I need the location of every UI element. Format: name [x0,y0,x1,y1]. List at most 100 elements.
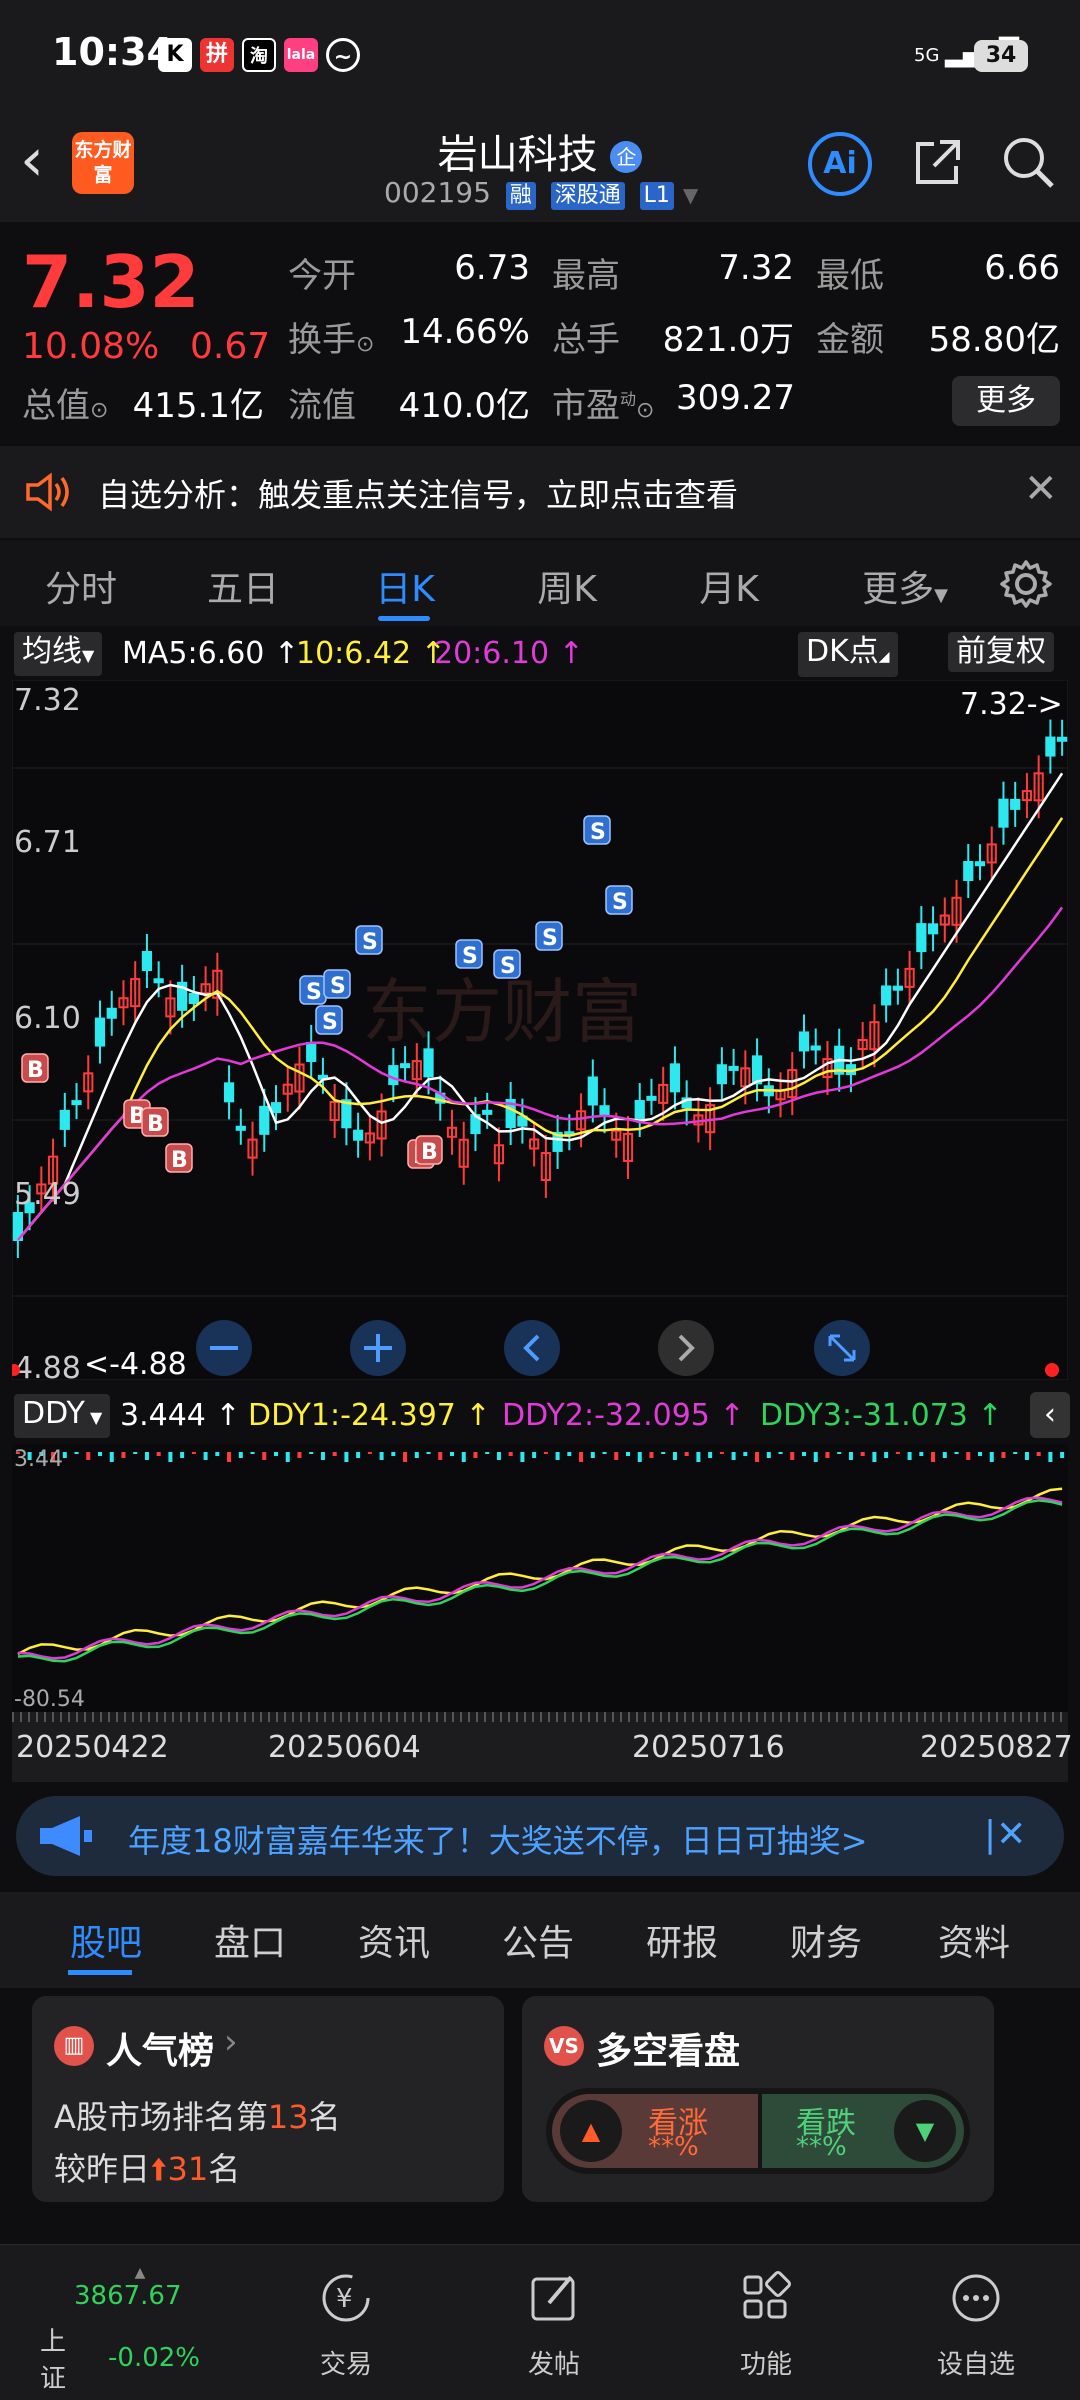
tab-monthly-k[interactable]: 月K [664,560,794,612]
tab-more[interactable]: 更多▼ [840,560,970,612]
tab-profile[interactable]: 资料 [914,1914,1034,1966]
tab-weekly-k[interactable]: 周K [502,560,632,612]
tab-daily-k[interactable]: 日K [340,560,470,612]
y-label-max: 7.32 [14,683,81,718]
date-label: 20250827 [920,1730,1073,1765]
candle [235,1125,246,1131]
index-ticker[interactable]: ▲ 3867.67 上证 -0.02% [40,2265,200,2395]
low-price-marker: <-4.88 [84,1347,187,1380]
sell-signal: S [583,815,611,845]
candle [423,1048,434,1078]
y-label-2: 6.71 [14,825,81,860]
tab-news[interactable]: 资讯 [334,1914,454,1966]
popularity-title: 人气榜 [106,2031,215,2072]
candle [223,1082,235,1103]
candlestick-chart[interactable]: 东方财富 SSSSSSSSSBBBBBB 7.32 6.71 6.10 5.49… [12,680,1068,1380]
down-triangle-icon: ▼ [894,2100,956,2162]
candle [106,1007,117,1019]
vote-down-value: **% [796,2132,847,2162]
nav-trade[interactable]: ¥ 交易 [276,2271,416,2381]
low-label: 最低 [816,256,884,296]
rank-number: 13 [267,2098,309,2136]
tab-intraday[interactable]: 分时 [16,560,146,612]
ddy-bar [708,1452,713,1458]
ddy-bar [848,1452,853,1460]
dk-point-button[interactable]: DK点◢ [798,632,898,677]
tab-forum[interactable]: 股吧 [46,1914,166,1966]
chevron-right-icon: › [224,2022,238,2062]
ddy-bar [274,1452,278,1456]
tab-announcements[interactable]: 公告 [478,1914,598,1966]
close-icon[interactable]: ✕ [1024,466,1058,512]
ddy-bar [626,1452,630,1456]
date-axis: 20250422 20250604 20250716 20250827 [12,1712,1073,1782]
ddy-bar [895,1452,900,1454]
date-label: 20250422 [16,1730,169,1765]
ddy-bar [320,1452,325,1460]
market-cap-label: 总值⊙ [22,386,109,426]
candle [798,1031,810,1052]
promo-banner[interactable]: 年度18财富嘉年华来了！大奖送不停，日日可抽奖> |✕ [16,1796,1064,1876]
ddy-bar [121,1452,126,1458]
settings-gear-icon[interactable] [1000,558,1052,610]
last-price: 7.32 [22,240,200,324]
ddy-top-label: 3.44 [14,1447,63,1472]
fullscreen-button[interactable] [814,1320,870,1376]
share-icon[interactable] [910,134,966,190]
ddy-bar [825,1452,830,1458]
sub-indicator-selector[interactable]: DDY ▼ [14,1394,111,1438]
vote-up-button[interactable]: ▲ 看涨 **% [552,2094,758,2168]
ddy-chart[interactable]: 3.44 -80.54 [12,1444,1068,1712]
collapse-arrow-icon[interactable]: ‹ [1030,1392,1070,1438]
scroll-right-button[interactable] [658,1320,714,1376]
ai-assistant-button[interactable]: Ai [808,132,872,196]
nav-post[interactable]: 发帖 [484,2271,624,2381]
price-adjust-button[interactable]: 前复权 [948,632,1054,672]
ddy-bar [450,1452,454,1456]
alert-bar[interactable]: 自选分析：触发重点关注信号，立即点击查看 ✕ [0,446,1080,538]
ma10-value: 10:6.42 ↑ [296,636,446,671]
candle [388,1065,399,1086]
ddy-bar [567,1452,572,1456]
ddy-bar [532,1452,537,1458]
ddy2-value: DDY2:-32.095 ↑ [502,1398,745,1433]
tab-order-book[interactable]: 盘口 [190,1914,310,1966]
stock-code-row[interactable]: 002195 融 深股通 L1 ▼ [384,176,698,210]
tab-five-day[interactable]: 五日 [178,560,308,612]
ma-selector[interactable]: 均线▼ [14,632,103,676]
chevron-down-icon: ▼ [682,183,699,207]
zoom-out-button[interactable] [196,1320,252,1376]
candle [259,1105,270,1135]
svg-text:B: B [421,1140,438,1165]
popularity-card[interactable]: ▥ 人气榜 › A股市场排名第13名 较昨日🠩31名 [32,1996,504,2202]
svg-text:S: S [322,1010,338,1035]
app-notification-icon: lala [284,38,318,72]
vote-down-button[interactable]: 看跌 **% ▼ [762,2094,964,2168]
volume-value: 821.0万 [662,320,794,360]
ddy-bar [884,1452,889,1458]
ddy-bar [696,1452,701,1462]
more-button[interactable]: 更多 [952,376,1060,426]
sell-signal: S [535,921,563,951]
search-icon[interactable] [1000,134,1056,190]
svg-text:S: S [590,820,606,845]
bull-bear-title: 多空看盘 [596,2031,741,2072]
tab-research[interactable]: 研报 [622,1914,742,1966]
sell-signal: S [299,975,327,1005]
ddy-bar [590,1452,595,1458]
up-arrow-icon: 🠩 [150,2150,168,2188]
close-icon[interactable]: |✕ [984,1814,1026,1855]
zoom-in-button[interactable] [350,1320,406,1376]
ddy-bar [555,1452,560,1460]
scroll-left-button[interactable] [504,1320,560,1376]
banner-text: 年度18财富嘉年华来了！大奖送不停，日日可抽奖> [128,1822,868,1860]
ddy-bar [614,1452,619,1460]
community-tabs: 股吧 盘口 资讯 公告 研报 财务 资料 [0,1892,1080,1988]
ddy-bar [508,1452,513,1456]
ddy-bar [1048,1452,1053,1462]
open-value: 6.73 [454,248,530,288]
tab-financials[interactable]: 财务 [766,1914,886,1966]
ddy-bar [191,1452,196,1454]
nav-add-watchlist[interactable]: 设自选 [906,2271,1046,2381]
nav-functions[interactable]: 功能 [696,2271,836,2381]
